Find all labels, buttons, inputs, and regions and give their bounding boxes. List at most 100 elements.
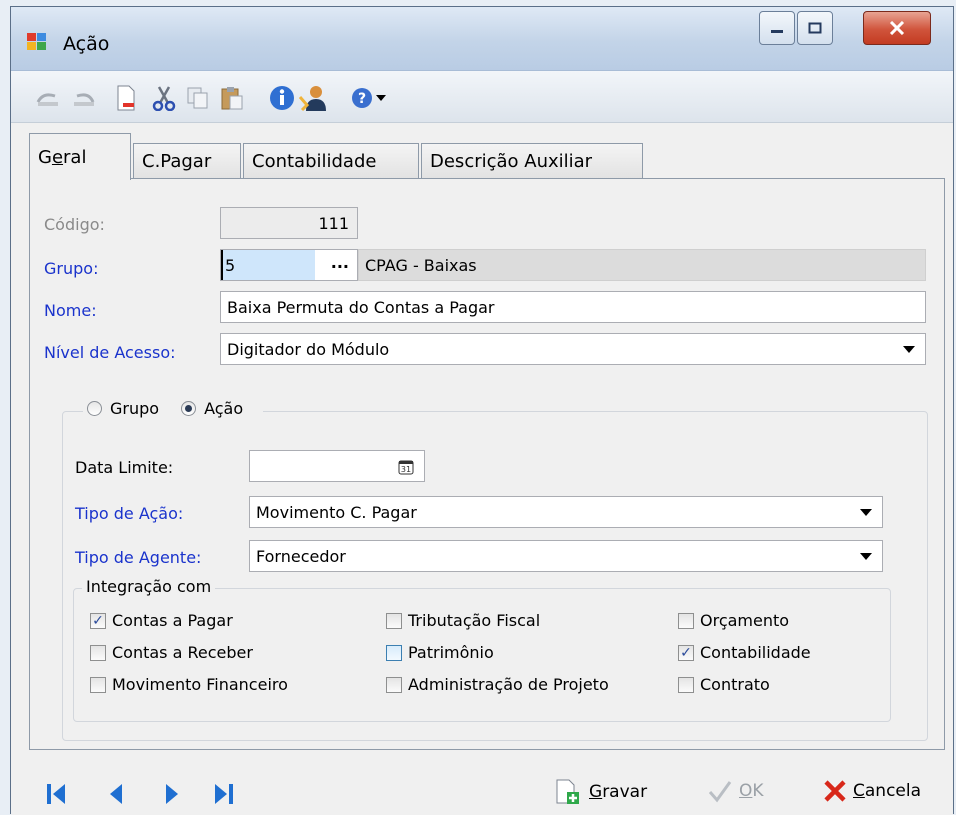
checkbox-contas-a-receber[interactable]: Contas a Receber bbox=[90, 643, 253, 662]
chevron-down-icon bbox=[860, 509, 872, 516]
last-record-icon bbox=[215, 784, 233, 804]
data-limite-label: Data Limite: bbox=[75, 458, 174, 477]
previous-record-button[interactable] bbox=[107, 781, 125, 807]
checkbox-label: Contrato bbox=[700, 675, 770, 694]
user-icon[interactable] bbox=[299, 83, 329, 113]
checkbox-box[interactable] bbox=[386, 644, 402, 661]
save-icon bbox=[556, 779, 579, 804]
tab-descricao-auxiliar[interactable]: Descrição Auxiliar bbox=[421, 143, 643, 179]
cut-icon[interactable] bbox=[149, 83, 179, 113]
grupo-input[interactable]: 5 bbox=[221, 250, 315, 280]
checkbox-contas-a-pagar[interactable]: ✓ Contas a Pagar bbox=[90, 611, 233, 630]
tab-geral[interactable]: Geral bbox=[29, 133, 131, 180]
minimize-button[interactable] bbox=[759, 11, 795, 45]
checkbox-movimento-financeiro[interactable]: Movimento Financeiro bbox=[90, 675, 288, 694]
gravar-button[interactable]: Gravar bbox=[553, 779, 647, 805]
checkbox-box[interactable] bbox=[90, 644, 106, 661]
undo-icon[interactable] bbox=[33, 83, 63, 113]
new-icon[interactable] bbox=[111, 83, 141, 113]
nivel-acesso-value: Digitador do Módulo bbox=[227, 339, 390, 359]
info-icon[interactable] bbox=[267, 83, 297, 113]
checkbox-box[interactable] bbox=[90, 676, 106, 693]
svg-text:?: ? bbox=[358, 91, 366, 107]
checkbox-label: Contas a Receber bbox=[112, 643, 253, 662]
help-dropdown-arrow-icon[interactable] bbox=[373, 83, 389, 113]
app-icon bbox=[27, 33, 47, 51]
codigo-field: 111 bbox=[220, 207, 358, 239]
checkbox-label: Patrimônio bbox=[408, 643, 494, 662]
tipo-agente-select[interactable]: Fornecedor bbox=[249, 540, 883, 572]
maximize-button[interactable] bbox=[797, 11, 833, 45]
checkmark-icon[interactable]: ✓ bbox=[678, 644, 694, 661]
first-record-button[interactable] bbox=[45, 781, 67, 807]
close-button[interactable] bbox=[863, 11, 931, 45]
scope-radio-group: Grupo Ação bbox=[83, 399, 264, 418]
next-record-button[interactable] bbox=[163, 781, 181, 807]
radio-grupo-circle[interactable] bbox=[87, 401, 102, 416]
checkbox-orcamento[interactable]: Orçamento bbox=[678, 611, 789, 630]
grupo-field[interactable]: 5 ... bbox=[220, 249, 358, 281]
nivel-acesso-label: Nível de Acesso: bbox=[44, 343, 176, 362]
grupo-lookup-button[interactable]: ... bbox=[331, 253, 349, 272]
tipo-acao-label: Tipo de Ação: bbox=[75, 504, 184, 523]
nome-field[interactable]: Baixa Permuta do Contas a Pagar bbox=[220, 291, 926, 323]
radio-acao[interactable]: Ação bbox=[181, 399, 243, 418]
copy-icon[interactable] bbox=[183, 83, 213, 113]
cancela-label: Cancela bbox=[853, 781, 922, 801]
tab-descricao-auxiliar-label: Descrição Auxiliar bbox=[430, 151, 593, 172]
chevron-down-icon bbox=[903, 346, 915, 353]
radio-acao-label: Ação bbox=[204, 399, 244, 418]
toolbar: ? bbox=[11, 71, 953, 123]
codigo-label: Código: bbox=[44, 215, 105, 234]
first-record-icon bbox=[47, 784, 65, 804]
nivel-acesso-select[interactable]: Digitador do Módulo bbox=[220, 333, 926, 365]
nome-label: Nome: bbox=[44, 301, 97, 320]
checkbox-administracao-projeto[interactable]: Administração de Projeto bbox=[386, 675, 609, 694]
grupo-description: CPAG - Baixas bbox=[358, 249, 926, 281]
checkbox-label: Orçamento bbox=[700, 611, 790, 630]
tab-contabilidade-label: Contabilidade bbox=[252, 151, 377, 172]
action-window: Ação ? Geral C.Pagar Contabilidade Descr… bbox=[10, 6, 954, 815]
bottom-bar: Gravar OK Cancela bbox=[11, 753, 953, 815]
redo-icon[interactable] bbox=[69, 83, 99, 113]
ok-button[interactable]: OK bbox=[707, 779, 764, 803]
checkbox-tributacao-fiscal[interactable]: Tributação Fiscal bbox=[386, 611, 540, 630]
gravar-label: Gravar bbox=[589, 782, 648, 802]
tab-geral-label: Geral bbox=[38, 146, 87, 168]
checkmark-icon bbox=[708, 781, 732, 803]
checkbox-box[interactable] bbox=[678, 676, 694, 693]
tab-cpagar-label: C.Pagar bbox=[142, 151, 212, 172]
ok-label: OK bbox=[739, 781, 764, 801]
scope-groupbox: Grupo Ação Data Limite: 31 Tipo de Ação:… bbox=[62, 399, 928, 741]
tipo-acao-value: Movimento C. Pagar bbox=[256, 502, 417, 522]
checkbox-label: Tributação Fiscal bbox=[408, 611, 541, 630]
checkbox-contabilidade[interactable]: ✓ Contabilidade bbox=[678, 643, 811, 662]
close-icon bbox=[824, 780, 846, 802]
tab-contabilidade[interactable]: Contabilidade bbox=[243, 143, 419, 179]
checkbox-box[interactable] bbox=[386, 612, 402, 629]
checkmark-icon[interactable]: ✓ bbox=[90, 612, 106, 629]
last-record-button[interactable] bbox=[213, 781, 235, 807]
integracao-groupbox: Integração com ✓ Contas a Pagar Contas a … bbox=[73, 577, 891, 722]
window-title: Ação bbox=[63, 33, 110, 55]
tipo-agente-value: Fornecedor bbox=[256, 546, 346, 566]
radio-grupo-label: Grupo bbox=[110, 399, 160, 418]
minimize-icon bbox=[771, 30, 783, 33]
checkbox-patrimonio[interactable]: Patrimônio bbox=[386, 643, 494, 662]
data-limite-field[interactable]: 31 bbox=[249, 450, 425, 482]
calendar-icon[interactable]: 31 bbox=[398, 459, 414, 475]
previous-record-icon bbox=[110, 784, 122, 804]
maximize-icon bbox=[808, 22, 822, 34]
radio-grupo[interactable]: Grupo bbox=[87, 399, 159, 418]
checkbox-contrato[interactable]: Contrato bbox=[678, 675, 770, 694]
checkbox-label: Contas a Pagar bbox=[112, 611, 233, 630]
radio-acao-circle[interactable] bbox=[181, 401, 197, 416]
cancela-button[interactable]: Cancela bbox=[823, 779, 921, 803]
paste-icon[interactable] bbox=[217, 83, 247, 113]
tab-cpagar[interactable]: C.Pagar bbox=[133, 143, 241, 179]
checkbox-label: Administração de Projeto bbox=[408, 675, 609, 694]
checkbox-label: Contabilidade bbox=[700, 643, 811, 662]
checkbox-box[interactable] bbox=[386, 676, 402, 693]
checkbox-box[interactable] bbox=[678, 612, 694, 629]
tipo-acao-select[interactable]: Movimento C. Pagar bbox=[249, 496, 883, 528]
